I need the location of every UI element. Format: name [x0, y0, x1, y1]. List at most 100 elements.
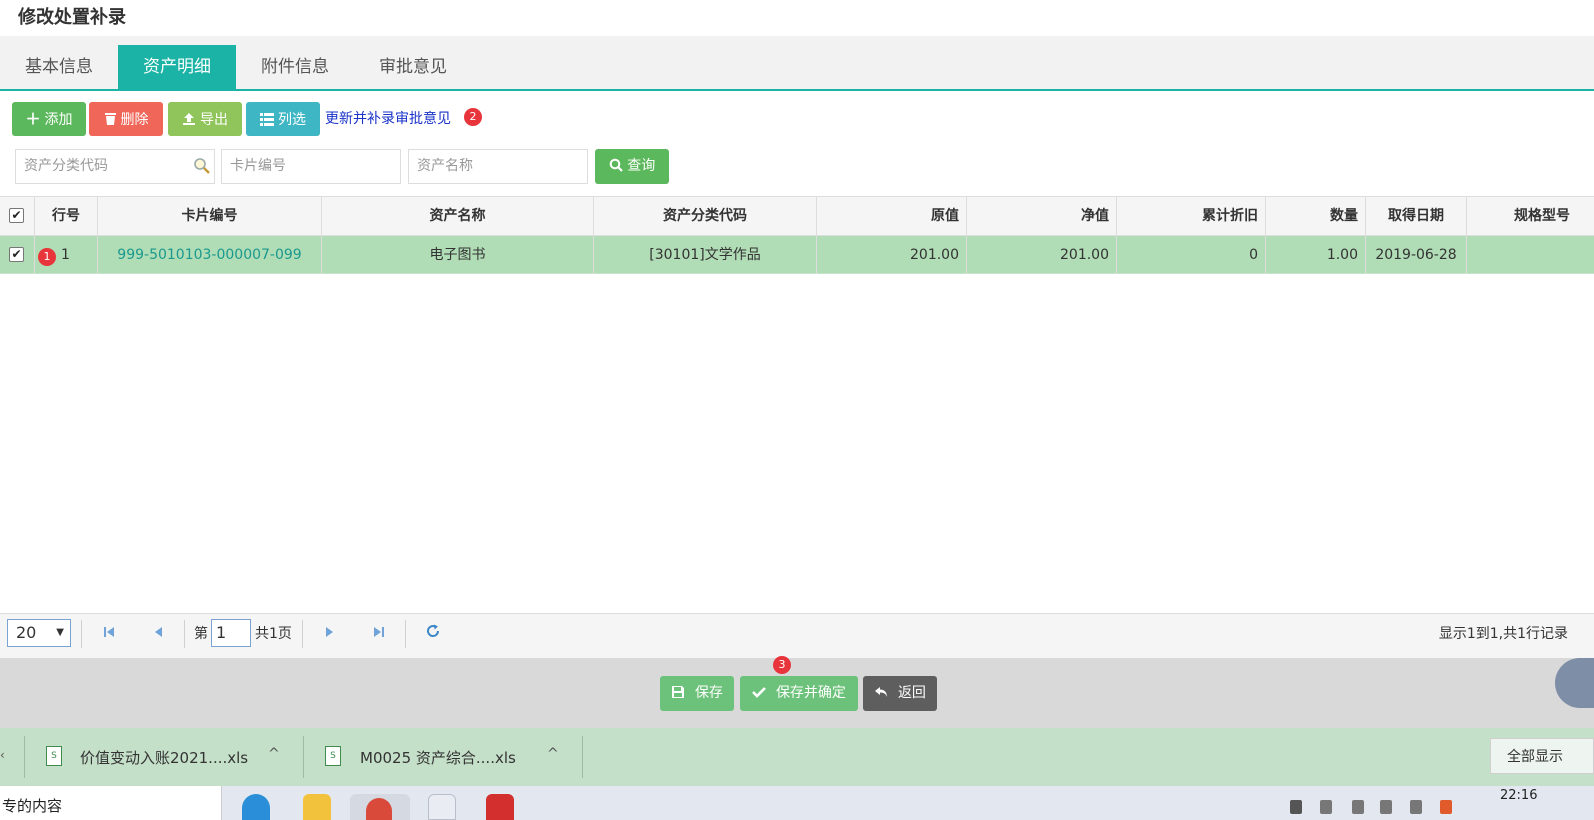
clock[interactable]: 22:16 [1500, 788, 1537, 803]
plus-icon: ＋ [25, 110, 41, 128]
header-select-cell: ✔ [0, 197, 35, 235]
tab-asset-details[interactable]: 资产明细 [118, 45, 236, 89]
query-button[interactable]: 查询 [595, 149, 669, 184]
download-file-name: M0025 资产综合....xls [360, 749, 516, 767]
ime-icon[interactable] [1410, 800, 1422, 814]
cell-asset-name: 电子图书 [322, 236, 594, 274]
tray-app-icon[interactable] [1440, 800, 1452, 814]
table-header: ✔ 行号 卡片编号 资产名称 资产分类代码 原值 净值 累计折旧 数量 取得日期… [0, 197, 1594, 236]
file-explorer-icon[interactable] [303, 794, 331, 820]
header-category-code[interactable]: 资产分类代码 [594, 197, 817, 235]
table-row[interactable]: ✔ 1 1 999-5010103-000007-099 电子图书 [30101… [0, 236, 1594, 274]
cell-accum-depreciation: 0 [1117, 236, 1266, 274]
upload-icon [182, 102, 196, 136]
pagination-summary: 显示1到1,共1行记录 [1438, 626, 1568, 642]
page-size-select[interactable]: 20 ▼ [7, 619, 71, 647]
pagination-bar: 20 ▼ 第 1 共1页 显示1到1,共1行记录 [0, 613, 1594, 658]
header-net-value[interactable]: 净值 [967, 197, 1117, 235]
column-select-button[interactable]: 列选 [246, 102, 320, 136]
reply-arrow-icon [874, 685, 893, 701]
download-item[interactable]: S 价值变动入账2021....xls ^ [24, 728, 304, 786]
caret-up-icon[interactable]: ^ [268, 746, 280, 762]
title-bar: 修改处置补录 [0, 0, 1594, 36]
pager-divider [184, 620, 185, 648]
magnifier-icon[interactable] [193, 157, 211, 175]
header-row-no[interactable]: 行号 [35, 197, 98, 235]
dropdown-arrow-icon: ▼ [56, 627, 64, 638]
cell-spec-model [1467, 236, 1594, 274]
asset-table: ✔ 行号 卡片编号 资产名称 资产分类代码 原值 净值 累计折旧 数量 取得日期… [0, 196, 1594, 613]
cell-row-no: 1 [35, 236, 98, 274]
edge-browser-icon[interactable] [242, 794, 270, 820]
header-quantity[interactable]: 数量 [1266, 197, 1366, 235]
chrome-taskbar-slot[interactable] [350, 794, 410, 820]
page-total-label: 共1页 [255, 626, 292, 642]
tab-attachments[interactable]: 附件信息 [236, 45, 354, 89]
cell-card-no-link[interactable]: 999-5010103-000007-099 [98, 236, 322, 274]
tray-icon[interactable] [1320, 800, 1332, 814]
export-button[interactable]: 导出 [168, 102, 242, 136]
search-icon [609, 158, 627, 174]
page-prefix-label: 第 [194, 626, 208, 642]
update-approval-link[interactable]: 更新并补录审批意见 [325, 102, 451, 136]
save-button[interactable]: 保存 [660, 676, 734, 711]
tab-basic-info[interactable]: 基本信息 [0, 45, 118, 89]
download-file-name: 价值变动入账2021....xls [80, 749, 249, 767]
query-button-label: 查询 [627, 158, 656, 174]
volume-icon[interactable] [1380, 800, 1392, 814]
show-all-downloads-button[interactable]: 全部显示 [1490, 738, 1594, 774]
text-app-icon[interactable] [428, 794, 456, 820]
download-item[interactable]: S M0025 资产综合....xls ^ [303, 728, 583, 786]
title-divider [0, 36, 1594, 45]
back-button[interactable]: 返回 [863, 676, 937, 711]
tray-icon[interactable] [1290, 800, 1302, 814]
category-code-input[interactable]: 资产分类代码 [15, 149, 215, 184]
annotation-badge-3: 3 [773, 656, 791, 674]
cell-quantity: 1.00 [1266, 236, 1366, 274]
refresh-icon[interactable] [425, 624, 441, 644]
taskbar-search-box[interactable]: 专的内容 [0, 786, 222, 820]
network-icon[interactable] [1352, 800, 1364, 814]
save-and-confirm-button[interactable]: 保存并确定 [740, 676, 858, 711]
tab-approval-opinions[interactable]: 审批意见 [354, 45, 472, 89]
trash-icon [104, 102, 117, 136]
page-size-value: 20 [16, 623, 37, 642]
annotation-badge-2: 2 [464, 108, 482, 126]
card-number-input[interactable]: 卡片编号 [221, 149, 401, 184]
add-button-label: 添加 [44, 112, 73, 128]
scroll-left-icon[interactable]: ‹ [0, 748, 5, 762]
header-accum-depreciation[interactable]: 累计折旧 [1117, 197, 1266, 235]
save-button-label: 保存 [694, 685, 723, 701]
list-icon [260, 102, 274, 136]
header-acquire-date[interactable]: 取得日期 [1366, 197, 1467, 235]
header-original-value[interactable]: 原值 [817, 197, 967, 235]
add-button[interactable]: ＋添加 [12, 102, 86, 136]
delete-button[interactable]: 删除 [89, 102, 163, 136]
pager-divider [302, 620, 303, 648]
cell-acquire-date: 2019-06-28 [1366, 236, 1467, 274]
next-page-icon[interactable] [322, 624, 338, 644]
caret-up-icon[interactable]: ^ [547, 746, 559, 762]
pdf-app-icon[interactable] [486, 794, 514, 820]
row-checkbox[interactable]: ✔ [9, 247, 24, 262]
downloads-divider [582, 736, 583, 778]
spreadsheet-file-icon: S [325, 746, 341, 766]
header-asset-name[interactable]: 资产名称 [322, 197, 594, 235]
cell-category-code: [30101]文学作品 [594, 236, 817, 274]
column-select-button-label: 列选 [278, 112, 306, 128]
asset-name-input[interactable]: 资产名称 [408, 149, 588, 184]
pager-divider [81, 620, 82, 648]
select-all-checkbox[interactable]: ✔ [9, 208, 24, 223]
last-page-icon[interactable] [371, 624, 387, 644]
export-button-label: 导出 [200, 112, 228, 128]
current-page-input[interactable]: 1 [211, 619, 251, 647]
first-page-icon[interactable] [101, 624, 117, 644]
cell-original-value: 201.00 [817, 236, 967, 274]
pager-divider [405, 620, 406, 648]
prev-page-icon[interactable] [150, 624, 166, 644]
footer-action-bar: 3 保存 保存并确定 返回 [0, 656, 1594, 728]
header-spec-model[interactable]: 规格型号 [1467, 197, 1594, 235]
chrome-icon [366, 798, 392, 820]
header-card-no[interactable]: 卡片编号 [98, 197, 322, 235]
back-button-label: 返回 [897, 685, 926, 701]
